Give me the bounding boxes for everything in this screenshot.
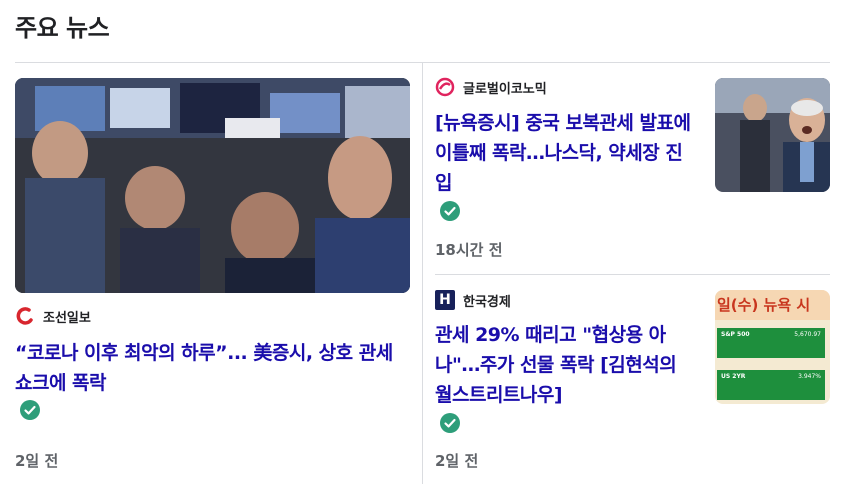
market-value: 5,670.97 <box>794 331 821 338</box>
source-name: 한국경제 <box>463 294 511 310</box>
market-name: S&P 500 <box>721 331 750 338</box>
article-headline[interactable]: [뉴욕증시] 중국 보복관세 발표에 이틀째 폭락…나스닥, 약세장 진 입 <box>435 108 705 198</box>
headline-line: [뉴욕증시] 중국 보복관세 발표에 <box>435 112 691 134</box>
headline-line: 이틀째 폭락…나스닥, 약세장 진 <box>435 142 683 164</box>
market-row: US 2YR 3.947% <box>717 370 825 400</box>
article-time: 18시간 전 <box>435 241 503 259</box>
global-economic-logo-icon <box>435 77 455 97</box>
headline-line: 관세 29% 때리고 "협상용 아 <box>435 324 666 346</box>
thumbnail-caption: 일(수) 뉴욕 시 <box>715 290 830 320</box>
source-name: 글로벌이코노믹 <box>463 81 547 97</box>
market-row: S&P 500 5,670.97 <box>717 328 825 358</box>
verified-check-icon <box>440 201 460 221</box>
shocked-trader-photo <box>715 78 830 192</box>
source-name: 조선일보 <box>43 310 91 326</box>
section-title: 주요 뉴스 <box>15 14 110 42</box>
market-value: 3.947% <box>798 373 821 380</box>
headline-line: 월스트리트나우] <box>435 384 563 406</box>
article-headline[interactable]: “코로나 이후 최악의 하루”... 美증시, 상호 관세 쇼크에 폭락 <box>15 338 410 398</box>
article-source[interactable]: H 한국경제 <box>435 290 511 310</box>
headline-line: “코로나 이후 최악의 하루”... 美증시, 상호 관세 <box>15 342 393 364</box>
headline-line: 입 <box>435 172 452 194</box>
verified-check-icon <box>20 400 40 420</box>
hankyung-logo-icon: H <box>435 290 455 310</box>
headline-line: 쇼크에 폭락 <box>15 372 107 394</box>
chosun-logo-icon <box>15 306 35 326</box>
row-divider <box>435 274 830 275</box>
verified-check-icon <box>440 413 460 433</box>
article-time: 2일 전 <box>435 452 479 470</box>
article-thumbnail[interactable]: 일(수) 뉴욕 시 S&P 500 5,670.97 US 2YR 3.947% <box>715 290 830 404</box>
article-time: 2일 전 <box>15 452 59 470</box>
article-thumbnail[interactable] <box>15 78 410 293</box>
traders-photo <box>15 78 410 293</box>
article-headline[interactable]: 관세 29% 때리고 "협상용 아 나"…주가 선물 폭락 [김현석의 월스트리… <box>435 320 705 410</box>
headline-line: 나"…주가 선물 폭락 [김현석의 <box>435 354 677 376</box>
market-name: US 2YR <box>721 373 746 380</box>
column-divider <box>422 63 423 484</box>
article-thumbnail[interactable] <box>715 78 830 192</box>
article-source[interactable]: 조선일보 <box>15 306 91 326</box>
article-source[interactable]: 글로벌이코노믹 <box>435 77 547 97</box>
